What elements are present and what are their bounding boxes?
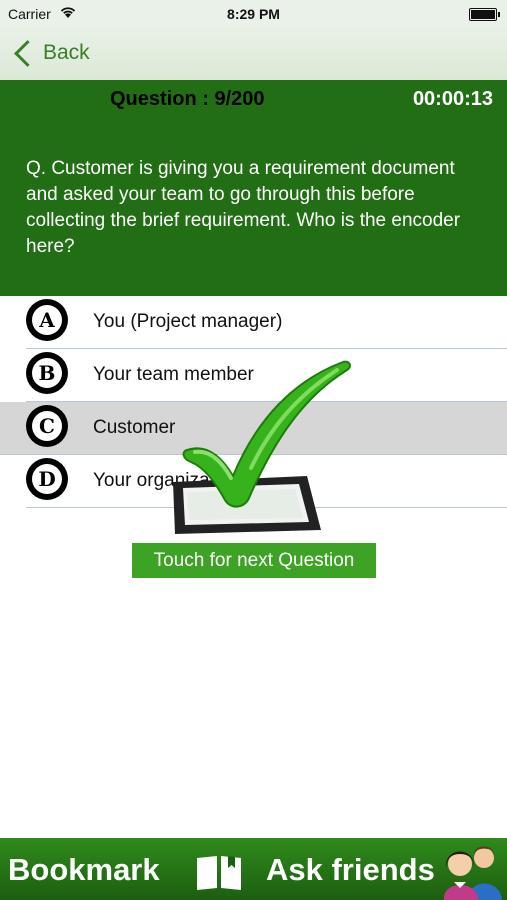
friends-icon[interactable]: [430, 838, 507, 900]
ask-friends-button[interactable]: Ask friends: [266, 852, 435, 888]
question-text: Q. Customer is giving you a requirement …: [26, 158, 461, 257]
next-question-button[interactable]: Touch for next Question: [132, 543, 376, 578]
back-chevron-icon: [14, 39, 41, 67]
question-timer: 00:00:13: [412, 88, 493, 110]
back-button[interactable]: Back: [12, 38, 90, 68]
status-bar: Carrier 8:29 PM: [0, 0, 507, 28]
back-label: Back: [43, 41, 90, 64]
question-panel: Question : 9/200 00:00:13 Q. Customer is…: [0, 80, 507, 296]
correct-checkmark-icon: [173, 360, 351, 534]
battery-icon: [469, 8, 500, 21]
option-c-badge: C: [26, 405, 68, 447]
nav-bar: Back: [0, 28, 507, 80]
bookmark-button[interactable]: Bookmark: [8, 852, 160, 888]
option-a-text: You (Project manager): [93, 311, 283, 332]
option-a[interactable]: A You (Project manager): [26, 296, 507, 349]
book-icon[interactable]: [195, 854, 243, 890]
question-counter: Question : 9/200: [110, 88, 265, 110]
option-b-badge: B: [26, 352, 68, 394]
option-a-badge: A: [26, 299, 68, 341]
option-c-text: Customer: [93, 417, 176, 438]
clock: 8:29 PM: [227, 6, 280, 22]
option-d-badge: D: [26, 458, 68, 500]
